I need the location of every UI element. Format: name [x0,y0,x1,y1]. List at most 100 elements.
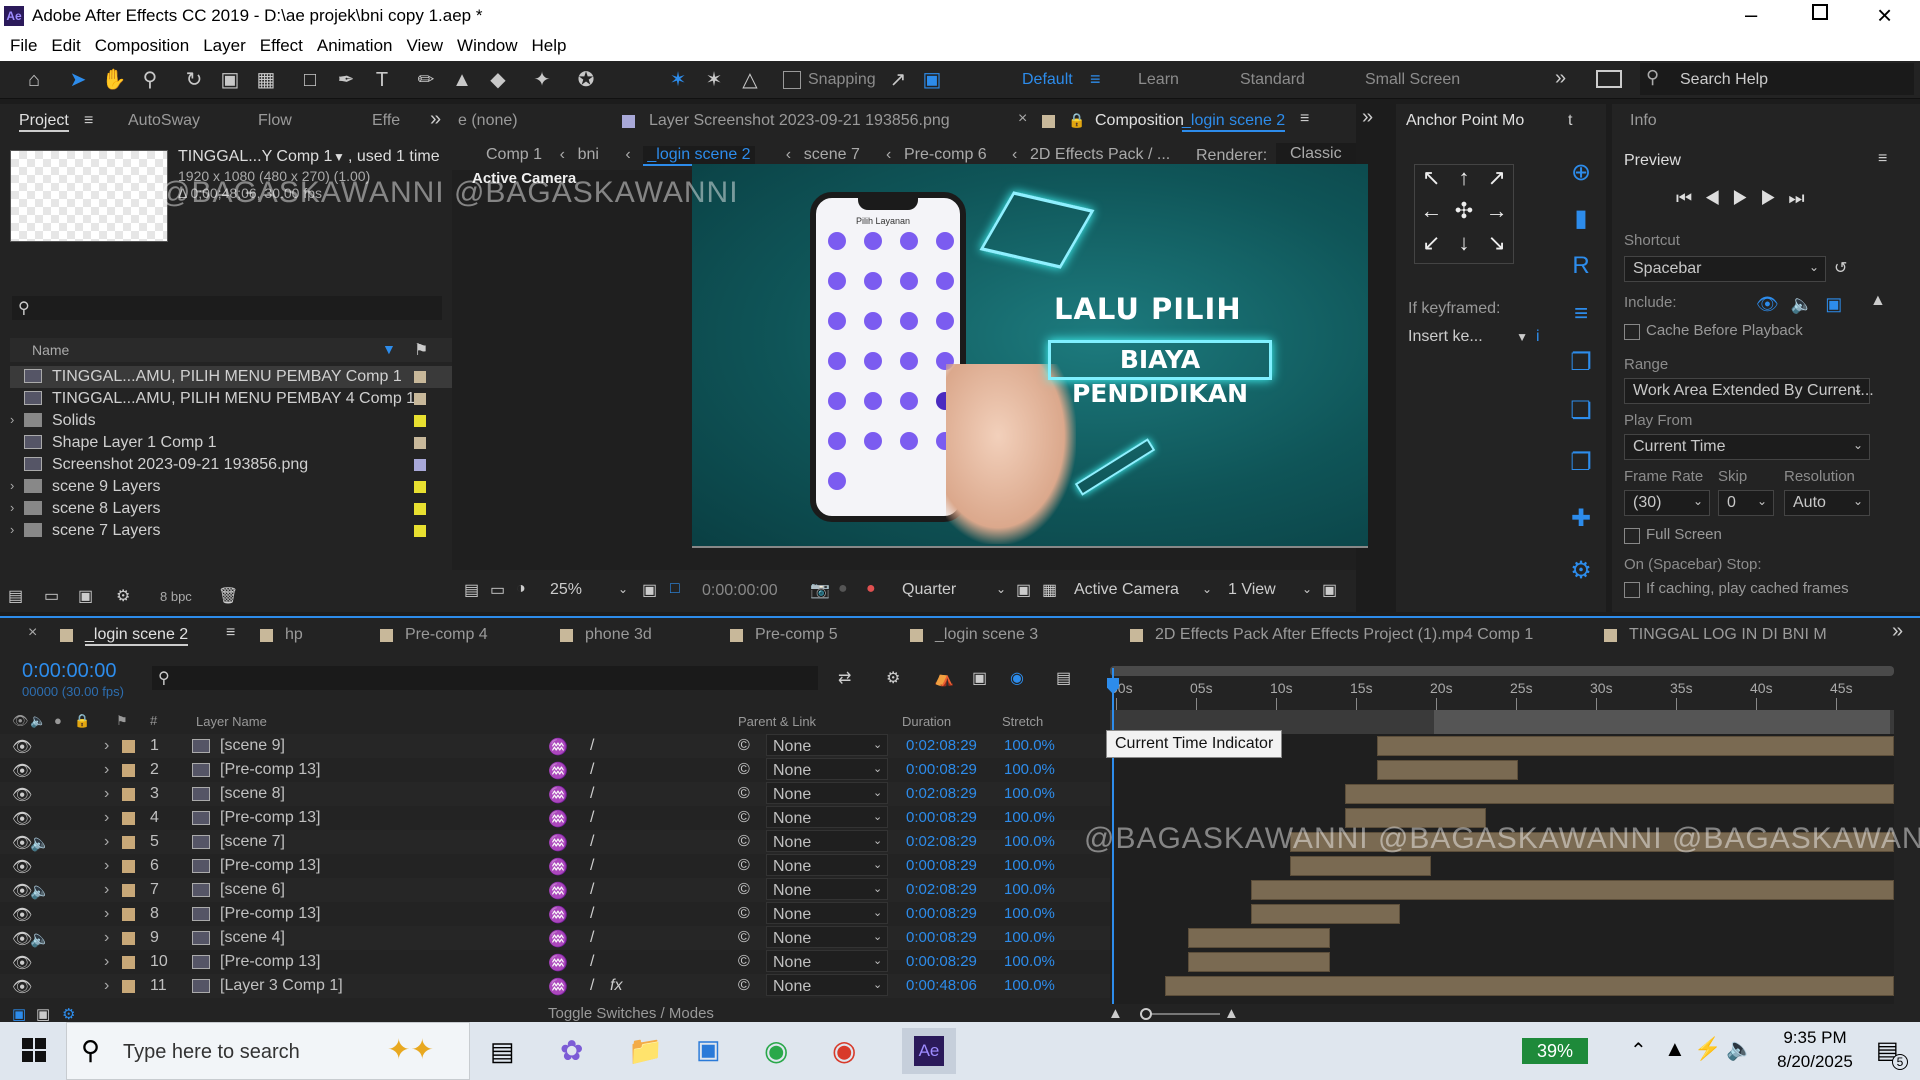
quality-switch-icon[interactable]: / [590,857,594,875]
work-area-bar[interactable] [1110,666,1894,676]
breadcrumb-item[interactable]: Pre-comp 6 [904,146,987,164]
view-axis-icon[interactable]: △ [736,67,764,93]
label-swatch[interactable] [414,481,426,493]
snapshot-icon[interactable]: 📷 [810,580,830,600]
layer-row[interactable]: 👁 › 1 [scene 9] ♒ / © None ⌄ 0:02:08:29 100.0% [0,734,1110,758]
project-item[interactable]: › Solids [10,410,452,432]
expand-arrow-icon[interactable]: › [104,809,109,827]
parent-select[interactable]: None ⌄ [766,902,888,924]
tab-composition[interactable]: Composition [1095,112,1184,130]
layer-duration[interactable]: 0:02:08:29 [906,881,977,898]
parent-select[interactable]: None ⌄ [766,950,888,972]
settings-gear-icon[interactable]: ⚙ [1564,556,1598,585]
layer-bar[interactable] [1345,784,1894,804]
solo-icon[interactable]: ● [54,713,62,728]
menu-composition[interactable]: Composition [85,33,190,56]
clock[interactable]: 9:35 PM 8/20/2025 [1770,1028,1860,1072]
layer-bar[interactable] [1290,856,1432,876]
zoom-in-icon[interactable]: ▲ [1224,1005,1239,1022]
project-item[interactable]: TINGGAL...AMU, PILIH MENU PEMBAY 4 Comp … [10,388,452,410]
arrow-se-icon[interactable]: ↘ [1480,230,1513,263]
zoom-slider-handle[interactable] [1140,1008,1152,1020]
workspace-default[interactable]: Default [1022,71,1073,89]
expand-arrow-icon[interactable]: › [104,977,109,995]
label-swatch[interactable] [122,980,135,993]
sort-icon[interactable]: ▼ [382,341,396,357]
chrome-profile-icon[interactable]: ◉ [832,1034,856,1067]
project-item[interactable]: › scene 8 Layers [10,498,452,520]
label-swatch[interactable] [122,932,135,945]
draft-3d-icon[interactable]: ⚙ [886,668,900,688]
layer-stretch[interactable]: 100.0% [1004,977,1055,994]
rename-icon[interactable]: R [1564,252,1598,280]
center-icon[interactable]: ✣ [1448,198,1481,231]
layer-duration[interactable]: 0:00:08:29 [906,953,977,970]
eye-icon[interactable]: 👁 [12,713,29,729]
layer-name[interactable]: [Pre-comp 13] [220,905,320,923]
audio-icon[interactable]: 🔈 [30,929,50,949]
taskbar-search[interactable]: ⚲ Type here to search ✦✦ [66,1022,470,1080]
audio-icon[interactable]: 🔈 [1791,294,1825,314]
tab-project[interactable]: Project [19,112,69,132]
col-stretch[interactable]: Stretch [1002,714,1043,729]
parent-select[interactable]: None ⌄ [766,830,888,852]
expand-arrow-icon[interactable]: › [10,500,14,515]
project-item[interactable]: Screenshot 2023-09-21 193856.png [10,454,452,476]
insert-keyframe-select[interactable]: Insert ke... ▼ [1408,328,1528,352]
eye-icon[interactable]: 👁 [12,953,32,973]
quality-switch-icon[interactable]: / [590,881,594,899]
workspace-small-screen[interactable]: Small Screen [1365,71,1460,89]
layer-duration[interactable]: 0:02:08:29 [906,737,977,754]
bit-depth[interactable]: 8 bpc [160,589,192,604]
pickwhip-icon[interactable]: © [738,953,750,971]
clone-stamp-icon[interactable]: ▲ [448,67,476,93]
shy-switch-icon[interactable]: ♒ [548,761,568,781]
pan-behind-tool-icon[interactable]: ▦ [252,67,280,93]
layer-duration[interactable]: 0:00:08:29 [906,905,977,922]
lock-icon[interactable]: 🔒 [74,713,90,729]
tab-layer[interactable]: Layer Screenshot 2023-09-21 193856.png [649,112,950,130]
shy-switch-icon[interactable]: ♒ [548,833,568,853]
overlay-icon[interactable]: ▣ [1825,294,1854,314]
parent-select[interactable]: None ⌄ [766,734,888,756]
eye-icon[interactable]: 👁 [12,761,32,781]
layer-duration[interactable]: 0:00:08:29 [906,929,977,946]
quality-switch-icon[interactable]: / [590,809,594,827]
layer-stretch[interactable]: 100.0% [1004,881,1055,898]
toggle-switches-modes[interactable]: Toggle Switches / Modes [548,1005,714,1022]
panel-menu-icon[interactable]: ≡ [1878,150,1887,168]
breadcrumb-item[interactable]: bni [578,146,599,164]
shortcut-select[interactable]: Spacebar ⌄ [1624,256,1826,282]
arrow-n-icon[interactable]: ↑ [1448,165,1481,198]
expand-arrow-icon[interactable]: › [104,857,109,875]
current-time[interactable]: 0:00:00:00 [702,582,778,600]
label-swatch[interactable] [122,812,135,825]
comp-mini-flowchart-icon[interactable]: ⇄ [838,668,851,688]
local-axis-icon[interactable]: ✶ [664,67,692,93]
quality-switch-icon[interactable]: / [590,905,594,923]
microsoft365-icon[interactable]: ▣ [696,1034,721,1065]
expand-arrow-icon[interactable]: › [104,881,109,899]
layer-duration[interactable]: 0:00:08:29 [906,761,977,778]
breadcrumb-item[interactable]: Comp 1 [486,146,542,164]
duplicate-icon[interactable]: ❏ [1564,396,1598,425]
layer-row[interactable]: 👁 › 8 [Pre-comp 13] ♒ / © None ⌄ 0:00:08:29 100.0% [0,902,1110,926]
timeline-search-input[interactable]: ⚲ [152,666,818,690]
layer-stretch[interactable]: 100.0% [1004,833,1055,850]
wifi-icon[interactable]: ▲ [1664,1036,1686,1062]
layer-bar[interactable] [1188,952,1330,972]
breadcrumb-item[interactable]: 2D Effects Pack / ... [1030,146,1170,164]
tab-effects[interactable]: Effe [372,112,400,130]
label-tag-icon[interactable]: ⚑ [414,340,428,360]
layer-row[interactable]: 👁 › 6 [Pre-comp 13] ♒ / © None ⌄ 0:00:08:29 100.0% [0,854,1110,878]
shy-switch-icon[interactable]: ♒ [548,857,568,877]
layer-name[interactable]: [scene 9] [220,737,285,755]
more-tabs-icon[interactable]: » [1892,620,1903,643]
type-tool-icon[interactable]: T [368,67,396,93]
quality-switch-icon[interactable]: / [590,785,594,803]
range-select[interactable]: Work Area Extended By Current... ⌄ [1624,378,1874,404]
eye-icon[interactable]: 👁 [12,785,32,805]
zoom-slider[interactable] [1140,1008,1220,1020]
video-icon[interactable]: 👁 [1756,294,1791,314]
prev-frame-icon[interactable]: ◀ [1704,188,1732,208]
